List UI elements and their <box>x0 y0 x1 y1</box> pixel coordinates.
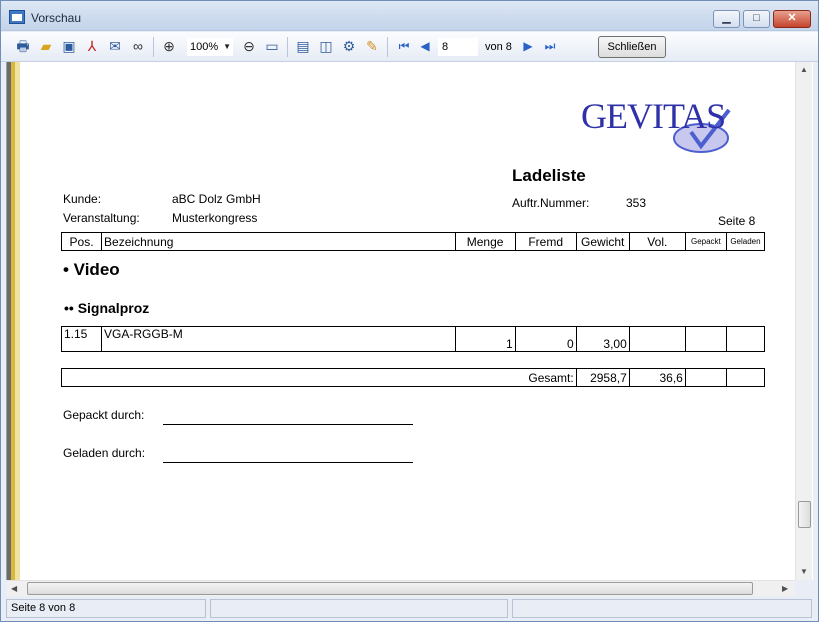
page-number-input[interactable] <box>438 38 478 56</box>
maximize-button[interactable]: □ <box>743 10 770 28</box>
prev-page-icon[interactable]: ◀ <box>417 38 433 54</box>
col-geladen: Geladen <box>725 232 766 251</box>
zoom-out-icon[interactable]: ⊖ <box>241 38 257 54</box>
gepackt-durch-label: Gepackt durch: <box>63 408 145 422</box>
gesamt-gepackt <box>684 368 727 387</box>
two-page-icon[interactable]: ◫ <box>318 38 334 54</box>
scroll-right-icon[interactable]: ▶ <box>782 584 788 593</box>
single-page-icon[interactable]: ▤ <box>295 38 311 54</box>
status-page: Seite 8 von 8 <box>6 599 206 618</box>
page-edge-stripe <box>7 62 20 580</box>
save-icon[interactable]: ▣ <box>61 38 77 54</box>
report-title: Ladeliste <box>512 166 586 185</box>
table-row: 1.15 VGA-RGGB-M 1 0 3,00 <box>60 326 766 352</box>
col-menge: Menge <box>454 232 516 251</box>
gesamt-gewicht: 2958,7 <box>575 368 630 387</box>
close-window-button[interactable]: ✕ <box>773 10 811 28</box>
settings-icon[interactable]: ⚙ <box>341 38 357 54</box>
gepackt-signature-line <box>163 424 413 425</box>
gesamt-label: Gesamt: <box>61 368 577 387</box>
app-icon <box>9 10 25 24</box>
vertical-scroll-thumb[interactable] <box>798 501 811 528</box>
category-heading: • Video <box>63 260 120 279</box>
scroll-down-icon[interactable]: ▼ <box>800 567 808 576</box>
horizontal-scroll-thumb[interactable] <box>27 582 753 595</box>
row-gewicht: 3,00 <box>575 326 630 352</box>
auftrag-value: 353 <box>626 196 647 210</box>
status-pane-3 <box>512 599 812 618</box>
zoom-select[interactable]: 100% ▼ <box>187 38 233 56</box>
page-count-label: von 8 <box>485 41 512 53</box>
col-bezeichnung: Bezeichnung <box>101 232 456 251</box>
toolbar-separator <box>387 37 388 57</box>
total-row: Gesamt: 2958,7 36,6 <box>61 368 766 387</box>
edit-icon[interactable]: ✎ <box>364 38 380 54</box>
row-bezeichnung: VGA-RGGB-M <box>101 326 456 352</box>
title-bar[interactable]: Vorschau ▁ □ ✕ <box>1 1 818 31</box>
col-vol: Vol. <box>628 232 686 251</box>
veranstaltung-value: Musterkongress <box>172 211 258 225</box>
kunde-value: aBC Dolz GmbH <box>172 192 261 206</box>
row-gepackt <box>684 326 727 352</box>
vertical-scrollbar[interactable]: ▲ ▼ <box>795 62 812 580</box>
col-pos: Pos. <box>60 232 103 251</box>
row-fremd: 0 <box>514 326 577 352</box>
kunde-label: Kunde: <box>63 192 102 206</box>
col-gewicht: Gewicht <box>575 232 630 251</box>
minimize-button[interactable]: ▁ <box>713 10 740 28</box>
veranstaltung-label: Veranstaltung: <box>63 211 140 225</box>
status-bar: Seite 8 von 8 <box>1 597 818 621</box>
preview-window: Vorschau ▁ □ ✕ 🖶 ▰ ▣ ⅄ ✉ ∞ ⊕ 100% ▼ ⊖ ▭ … <box>0 0 819 622</box>
scroll-left-icon[interactable]: ◀ <box>11 584 17 593</box>
fit-page-icon[interactable]: ▭ <box>264 38 280 54</box>
auftrag-label: Auftr.Nummer: <box>512 196 590 210</box>
gevitas-logo: GEVITAS <box>581 96 731 153</box>
window-title: Vorschau <box>31 11 82 25</box>
col-gepackt: Gepackt <box>684 232 727 251</box>
geladen-signature-line <box>163 462 413 463</box>
logo-text: GEVITAS <box>581 96 725 136</box>
next-page-icon[interactable]: ▶ <box>520 38 536 54</box>
gesamt-geladen <box>725 368 766 387</box>
col-fremd: Fremd <box>514 232 577 251</box>
email-icon[interactable]: ✉ <box>107 38 123 54</box>
gesamt-vol: 36,6 <box>628 368 686 387</box>
last-page-icon[interactable]: ⏭ <box>542 38 558 54</box>
geladen-durch-label: Geladen durch: <box>63 446 146 460</box>
scroll-up-icon[interactable]: ▲ <box>800 65 808 74</box>
column-header-row: Pos. Bezeichnung Menge Fremd Gewicht Vol… <box>60 232 766 251</box>
zoom-in-icon[interactable]: ⊕ <box>161 38 177 54</box>
page-label: Seite 8 <box>718 214 756 228</box>
toolbar-separator <box>287 37 288 57</box>
chevron-down-icon: ▼ <box>223 42 231 51</box>
open-folder-icon[interactable]: ▰ <box>38 38 54 54</box>
pdf-icon[interactable]: ⅄ <box>84 38 100 54</box>
row-pos: 1.15 <box>60 326 103 352</box>
toolbar-separator <box>153 37 154 57</box>
row-geladen <box>725 326 766 352</box>
horizontal-scrollbar[interactable]: ◀ ▶ <box>7 580 795 596</box>
first-page-icon[interactable]: ⏮ <box>396 38 412 54</box>
row-vol <box>628 326 686 352</box>
row-menge: 1 <box>454 326 516 352</box>
toolbar: 🖶 ▰ ▣ ⅄ ✉ ∞ ⊕ 100% ▼ ⊖ ▭ ▤ ◫ ⚙ ✎ ⏮ ◀ von… <box>1 32 818 62</box>
zoom-value: 100% <box>190 41 219 53</box>
subcategory-heading: •• Signalproz <box>64 300 150 316</box>
close-button[interactable]: Schließen <box>598 36 666 58</box>
print-icon[interactable]: 🖶 <box>15 38 31 54</box>
binoculars-icon[interactable]: ∞ <box>130 38 146 54</box>
status-pane-2 <box>210 599 508 618</box>
